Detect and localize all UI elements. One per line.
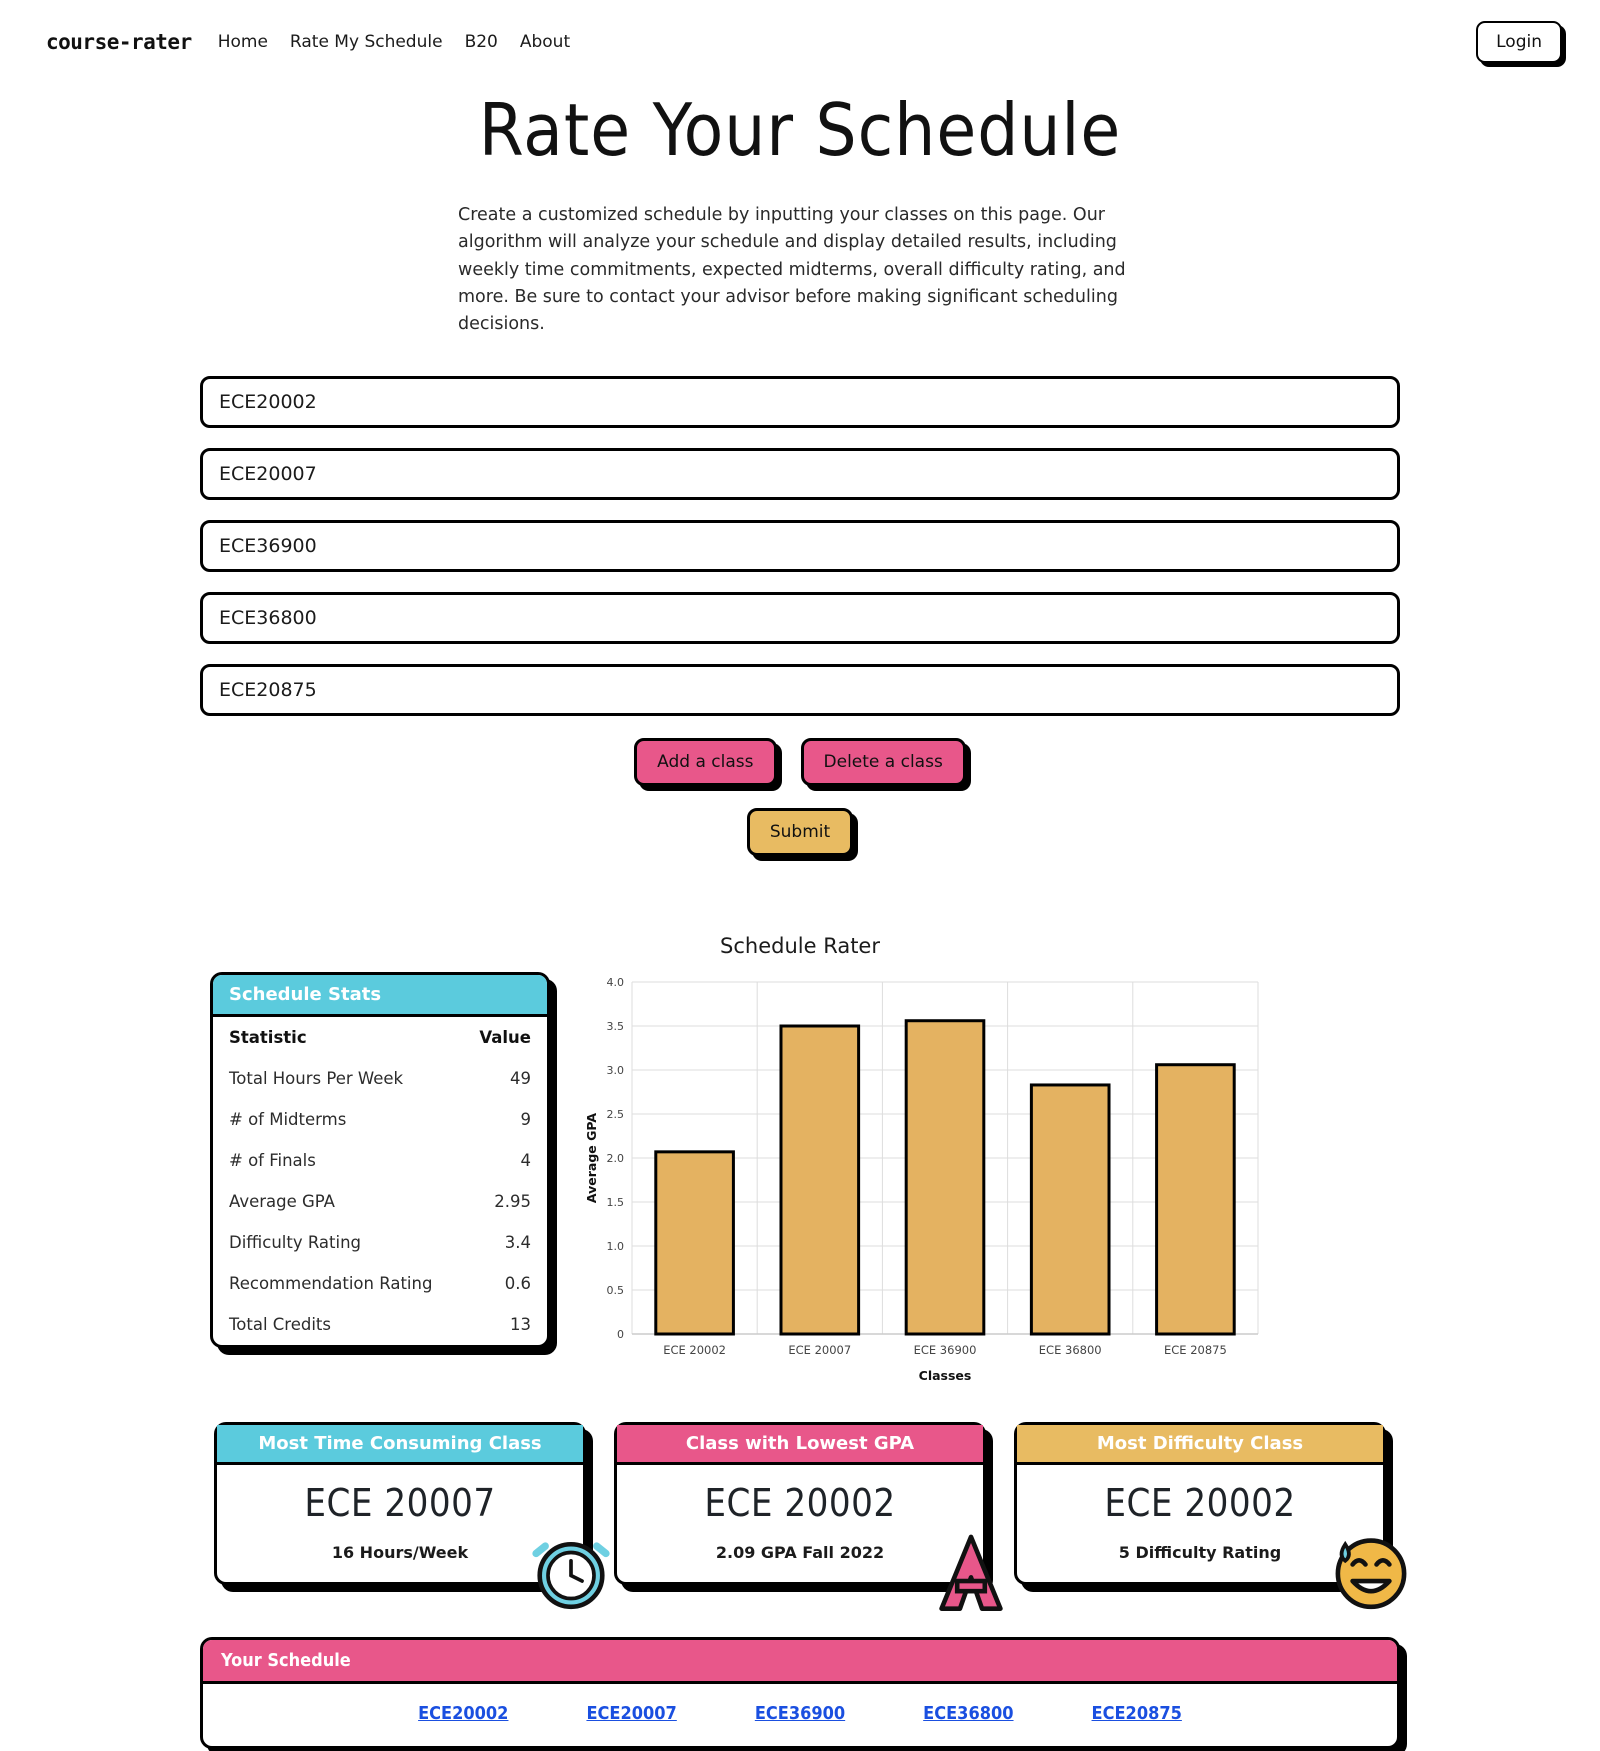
- stat-value: 13: [510, 1315, 531, 1335]
- add-class-button[interactable]: Add a class: [634, 738, 777, 787]
- page-description: Create a customized schedule by inputtin…: [458, 205, 1126, 335]
- delete-class-button[interactable]: Delete a class: [800, 738, 966, 787]
- schedule-stats-heading: Schedule Stats: [213, 975, 547, 1018]
- summary-heading: Most Time Consuming Class: [217, 1425, 583, 1466]
- class-input-2[interactable]: [200, 448, 1400, 501]
- table-row: # of Midterms 9: [213, 1099, 547, 1140]
- stat-value: 0.6: [504, 1274, 531, 1294]
- summary-card-most-time-consuming: Most Time Consuming Class ECE 20007 16 H…: [214, 1422, 610, 1610]
- your-schedule-heading: Your Schedule: [203, 1640, 1397, 1685]
- svg-text:ECE 20007: ECE 20007: [788, 1343, 851, 1357]
- schedule-link[interactable]: ECE20007: [586, 1703, 676, 1724]
- nav-link-b20[interactable]: B20: [465, 32, 498, 52]
- nav-link-home[interactable]: Home: [218, 32, 268, 52]
- letter-a-icon: [939, 1535, 1003, 1612]
- summary-card-lowest-gpa: Class with Lowest GPA ECE 20002 2.09 GPA…: [614, 1422, 1003, 1612]
- table-row: Total Hours Per Week 49: [213, 1058, 547, 1099]
- table-row: Recommendation Rating 0.6: [213, 1263, 547, 1304]
- submit-button[interactable]: Submit: [746, 808, 854, 857]
- schedule-stats-table: Statistic Value Total Hours Per Week 49 # …: [213, 1017, 547, 1345]
- class-input-4[interactable]: [200, 592, 1400, 645]
- summary-detail: 16 Hours/Week: [331, 1543, 469, 1563]
- svg-text:Classes: Classes: [919, 1368, 972, 1383]
- stat-label: Difficulty Rating: [229, 1233, 362, 1253]
- schedule-stats-card: Schedule Stats Statistic Value Total Hou…: [210, 972, 550, 1349]
- stat-label: Total Hours Per Week: [229, 1069, 404, 1089]
- brand-logo[interactable]: course-rater: [46, 30, 192, 54]
- col-statistic: Statistic: [229, 1028, 307, 1048]
- your-schedule-card: Your Schedule ECE20002 ECE20007 ECE36900 EC…: [200, 1637, 1400, 1750]
- class-action-buttons: Add a class Delete a class: [0, 738, 1600, 787]
- chart-title: Schedule Rater: [720, 934, 880, 959]
- col-value: Value: [479, 1028, 531, 1048]
- svg-text:0: 0: [617, 1328, 624, 1341]
- summary-card-most-difficulty: Most Difficulty Class ECE 20002 5 Diffic…: [1014, 1422, 1407, 1610]
- page-root: course-rater Home Rate My Schedule B20 A…: [0, 0, 1600, 1751]
- svg-text:3.0: 3.0: [607, 1064, 625, 1077]
- summary-heading: Most Difficulty Class: [1017, 1425, 1383, 1466]
- submit-button-row: Submit: [0, 808, 1600, 857]
- stat-value: 9: [520, 1110, 532, 1130]
- schedule-stats-body: Total Hours Per Week 49 # of Midterms 9 # of…: [213, 1058, 547, 1345]
- results-row: Schedule Stats Statistic Value Total Hou…: [0, 972, 1600, 1392]
- table-row: Total Credits 13: [213, 1304, 547, 1345]
- summary-class-code: ECE 20002: [704, 1481, 896, 1526]
- stat-value: 49: [510, 1069, 531, 1089]
- svg-text:2.5: 2.5: [607, 1108, 625, 1121]
- gpa-bar-chart-svg: 0 0.5 1.0 1.5 2.0 2.5 3.0 3.5 4.0 ECE 20002 ECE 20…: [584, 976, 1259, 1383]
- svg-text:Average GPA: Average GPA: [584, 1113, 599, 1204]
- summary-class-code: ECE 20002: [1104, 1481, 1296, 1526]
- svg-text:ECE 36900: ECE 36900: [914, 1343, 977, 1357]
- nav-links: Home Rate My Schedule B20 About: [218, 32, 570, 52]
- navbar: course-rater Home Rate My Schedule B20 A…: [0, 0, 1600, 66]
- stat-value: 4: [520, 1151, 532, 1171]
- stat-value: 3.4: [504, 1233, 531, 1253]
- svg-text:4.0: 4.0: [607, 976, 625, 989]
- summary-class-code: ECE 20007: [304, 1481, 496, 1526]
- login-button[interactable]: Login: [1476, 21, 1562, 63]
- schedule-link[interactable]: ECE36900: [755, 1703, 845, 1724]
- nav-link-about[interactable]: About: [520, 32, 570, 52]
- svg-text:ECE 20002: ECE 20002: [663, 1343, 726, 1357]
- sweat-smile-icon: [1335, 1538, 1407, 1610]
- alarm-clock-icon: [532, 1542, 610, 1610]
- stat-label: Recommendation Rating: [229, 1274, 433, 1294]
- class-input-1[interactable]: [200, 376, 1400, 429]
- class-input-5[interactable]: [200, 664, 1400, 717]
- table-header-row: Statistic Value: [213, 1017, 547, 1058]
- page-title: Rate Your Schedule: [478, 88, 1122, 172]
- svg-text:1.0: 1.0: [607, 1240, 625, 1253]
- summary-detail: 2.09 GPA Fall 2022: [715, 1543, 885, 1563]
- table-row: # of Finals 4: [213, 1140, 547, 1181]
- schedule-link[interactable]: ECE20002: [418, 1703, 508, 1724]
- summary-heading: Class with Lowest GPA: [617, 1425, 983, 1466]
- stat-label: Average GPA: [229, 1192, 335, 1212]
- schedule-link[interactable]: ECE36800: [923, 1703, 1013, 1724]
- svg-text:0.5: 0.5: [607, 1284, 625, 1297]
- summary-cards-row: Most Time Consuming Class ECE 20007 16 H…: [0, 1422, 1600, 1612]
- summary-detail: 5 Difficulty Rating: [1118, 1543, 1282, 1563]
- stat-label: Total Credits: [229, 1315, 331, 1335]
- gpa-bar-chart: 0 0.5 1.0 1.5 2.0 2.5 3.0 3.5 4.0 ECE 20002 ECE 20…: [580, 972, 1560, 1392]
- stat-value: 2.95: [494, 1192, 531, 1212]
- svg-text:2.0: 2.0: [607, 1152, 625, 1165]
- svg-text:1.5: 1.5: [607, 1196, 625, 1209]
- nav-link-rate-my-schedule[interactable]: Rate My Schedule: [290, 32, 443, 52]
- stat-label: # of Midterms: [229, 1110, 347, 1130]
- svg-text:3.5: 3.5: [607, 1020, 625, 1033]
- table-row: Difficulty Rating 3.4: [213, 1222, 547, 1263]
- your-schedule-links: ECE20002 ECE20007 ECE36900 ECE36800 ECE20875: [203, 1684, 1397, 1746]
- svg-text:ECE 20875: ECE 20875: [1164, 1343, 1227, 1357]
- schedule-link[interactable]: ECE20875: [1092, 1703, 1182, 1724]
- svg-text:ECE 36800: ECE 36800: [1039, 1343, 1102, 1357]
- class-input-list: [200, 376, 1400, 717]
- class-input-3[interactable]: [200, 520, 1400, 573]
- stat-label: # of Finals: [229, 1151, 316, 1171]
- table-row: Average GPA 2.95: [213, 1181, 547, 1222]
